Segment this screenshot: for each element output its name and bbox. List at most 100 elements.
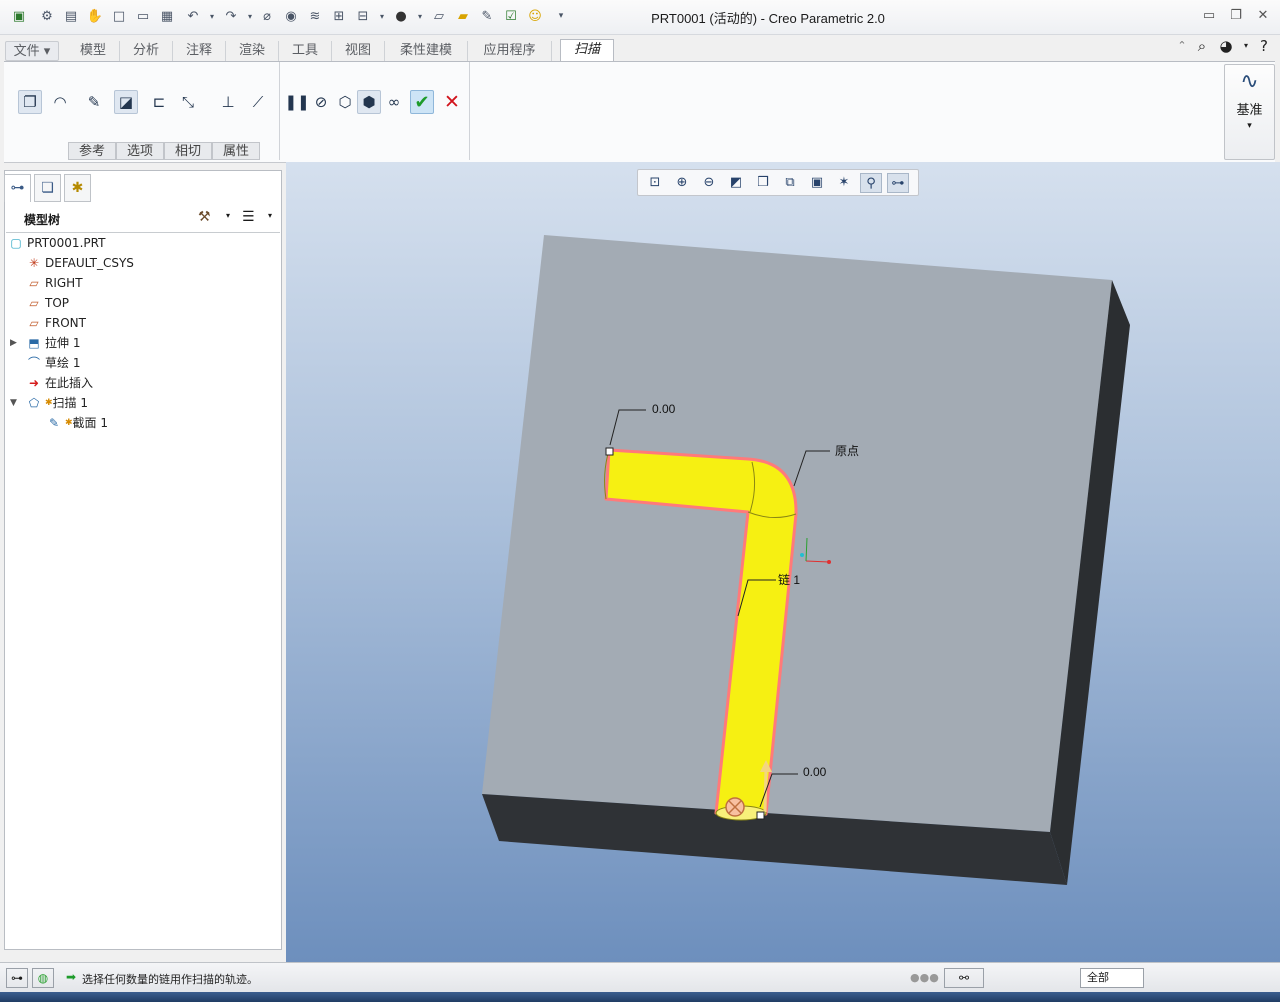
tab-sweep[interactable]: 扫描 [560, 39, 614, 62]
status-bar: ⊶ ◍ ➡ 选择任何数量的链用作扫描的轨迹。 ●●● ⚯ 全部 [0, 962, 1280, 993]
dimension-end-value[interactable]: 0.00 [803, 765, 826, 779]
slideup-references[interactable]: 参考 [68, 142, 116, 160]
ok-check-button[interactable]: ✔ [410, 90, 434, 114]
no-preview-icon[interactable]: ⊘ [309, 90, 333, 114]
selection-filter[interactable]: 全部 [1080, 968, 1144, 988]
restore-icon[interactable]: ❐ [1225, 6, 1247, 26]
tree-item-extrude[interactable]: ⬒ 拉伸 1 [26, 333, 80, 353]
datum-plane-icon: ▱ [29, 316, 39, 330]
status-message: 选择任何数量的链用作扫描的轨迹。 [82, 973, 258, 986]
tab-flexible-modeling[interactable]: 柔性建模 [385, 41, 468, 61]
saved-orientations-icon[interactable]: ⧉ [779, 173, 801, 193]
dimension-start-value[interactable]: 0.00 [652, 402, 675, 416]
busy-indicator-icon: ●●● [910, 971, 939, 984]
model-tree-title: 模型树 [24, 213, 61, 227]
collapse-ribbon-icon[interactable]: ⌃ [1172, 36, 1192, 56]
minimize-icon[interactable]: ▭ [1198, 6, 1220, 26]
flip-thickness-icon[interactable]: ⤡ [176, 90, 200, 114]
cancel-x-button[interactable]: ✕ [440, 90, 464, 114]
detached-preview-icon[interactable]: ⬢ [357, 90, 381, 114]
graphics-toolbar: ⊡ ⊕ ⊖ ◩ ❒ ⧉ ▣ ✶ ⚲ ⊶ [637, 169, 919, 196]
tab-applications[interactable]: 应用程序 [468, 41, 552, 61]
tree-settings-dropdown-icon[interactable]: ▾ [226, 211, 230, 220]
refit-icon[interactable]: ⊡ [644, 173, 666, 193]
view-manager-icon[interactable]: ▣ [806, 173, 828, 193]
community-icon[interactable]: ◕ [1216, 36, 1236, 56]
message-arrow-icon: ➡ [66, 970, 77, 984]
tree-item-sketch[interactable]: ⌒ 草绘 1 [26, 353, 80, 373]
thicken-icon[interactable]: ⊏ [147, 90, 171, 114]
favorites-tab-icon[interactable]: ✱ [64, 174, 91, 202]
datum-plane-icon: ▱ [29, 276, 39, 290]
tree-item-front[interactable]: ▱ FRONT [26, 313, 86, 333]
datum-display-icon[interactable]: ✶ [833, 173, 855, 193]
remove-material-icon[interactable]: ◪ [114, 90, 138, 114]
surface-icon[interactable]: ◠ [48, 90, 72, 114]
section-sketch-icon: ✎ [48, 416, 60, 430]
zoom-in-icon[interactable]: ⊕ [671, 173, 693, 193]
constant-section-icon[interactable]: ⊥ [216, 90, 240, 114]
chain-label: 链 1 [778, 573, 801, 587]
expand-triangle-icon[interactable]: ▶ [10, 338, 17, 348]
sweep-dashboard: ❐ ◠ ✎ ◪ ⊏ ⤡ ⊥ ⟋ ❚❚ ⊘ ⬡ ⬢ ∞ ✔ ✕ 参考 选项 相切 … [4, 61, 1275, 163]
tab-view[interactable]: 视图 [332, 41, 385, 61]
trajectory-start-handle[interactable] [605, 447, 614, 456]
new-feature-star-icon: ✱ [45, 398, 53, 408]
insert-here-arrow-icon: ➜ [28, 376, 40, 390]
block-top-face[interactable] [482, 235, 1112, 832]
annotation-display-icon[interactable]: ⚲ [860, 173, 882, 193]
trajectory-end-handle[interactable] [756, 811, 765, 820]
model-tree-header: 模型树 ⚒ ▾ ☰ ▾ [6, 206, 280, 233]
verify-glasses-icon[interactable]: ∞ [382, 90, 406, 114]
variable-section-icon[interactable]: ⟋ [246, 90, 270, 114]
sketch-icon: ⌒ [27, 356, 40, 370]
tab-annotate[interactable]: 注释 [173, 41, 226, 61]
collapse-triangle-icon[interactable]: ▼ [10, 398, 17, 408]
spin-center-icon[interactable]: ⊶ [887, 173, 909, 193]
datum-group[interactable]: ∿ 基准 ▾ [1224, 64, 1275, 160]
tree-item-insert-here[interactable]: ➜ 在此插入 [26, 373, 93, 393]
tab-render[interactable]: 渲染 [226, 41, 279, 61]
tree-item-part[interactable]: ▢ PRT0001.PRT [8, 233, 105, 253]
navigator-toggle-icon[interactable]: ⊶ [6, 968, 28, 988]
tree-show-dropdown-icon[interactable]: ▾ [268, 211, 272, 220]
datum-label: 基准 [1236, 103, 1263, 118]
tree-item-right[interactable]: ▱ RIGHT [26, 273, 82, 293]
attached-preview-icon[interactable]: ⬡ [333, 90, 357, 114]
title-bar: ▣ ⚙ ▤ ✋ □ ▭ ▦ ↶ ▾ ↷ ▾ ⌀ ◉ ≋ ⊞ ⊟ ▾ ● ▾ ▱ … [0, 0, 1280, 35]
zoom-out-icon[interactable]: ⊖ [698, 173, 720, 193]
tree-item-top[interactable]: ▱ TOP [26, 293, 69, 313]
tree-settings-icon[interactable]: ⚒ [198, 209, 211, 225]
model-graphics[interactable] [286, 162, 1280, 962]
browser-toggle-icon[interactable]: ◍ [32, 968, 54, 988]
close-icon[interactable]: ✕ [1252, 6, 1274, 26]
datum-plane-icon: ▱ [29, 296, 39, 310]
tab-file[interactable]: 文件 ▾ [5, 41, 59, 61]
sketch-section-icon[interactable]: ✎ [82, 90, 106, 114]
tree-item-section[interactable]: ✎ ✱截面 1 [46, 413, 108, 433]
display-style-icon[interactable]: ❒ [752, 173, 774, 193]
community-dropdown-icon[interactable]: ▾ [1236, 36, 1256, 56]
model-tree-tab-icon[interactable]: ⊶ [4, 174, 31, 202]
datum-dropdown-icon: ▾ [1247, 121, 1252, 131]
tab-tools[interactable]: 工具 [279, 41, 332, 61]
search-icon[interactable]: ⌕ [1192, 36, 1212, 56]
tab-analysis[interactable]: 分析 [120, 41, 173, 61]
extrude-icon: ⬒ [28, 336, 40, 350]
slideup-tangency[interactable]: 相切 [164, 142, 212, 160]
slideup-options[interactable]: 选项 [116, 142, 164, 160]
csys-icon: ✳ [28, 256, 40, 270]
graphics-viewport[interactable]: 0.00 原点 链 1 0.00 [286, 162, 1280, 962]
tree-show-icon[interactable]: ☰ [242, 209, 255, 225]
pause-icon[interactable]: ❚❚ [284, 90, 309, 114]
tree-item-default-csys[interactable]: ✳ DEFAULT_CSYS [26, 253, 134, 273]
slideup-properties[interactable]: 属性 [212, 142, 260, 160]
repaint-icon[interactable]: ◩ [725, 173, 747, 193]
solid-icon[interactable]: ❐ [18, 90, 42, 114]
find-binoculars-icon[interactable]: ⚯ [944, 968, 984, 988]
tree-item-sweep[interactable]: ⬠ ✱扫描 1 [26, 393, 88, 413]
folder-browser-tab-icon[interactable]: ❏ [34, 174, 61, 202]
help-icon[interactable]: ? [1254, 36, 1274, 56]
tab-model[interactable]: 模型 [67, 41, 120, 61]
part-icon: ▢ [10, 236, 22, 250]
